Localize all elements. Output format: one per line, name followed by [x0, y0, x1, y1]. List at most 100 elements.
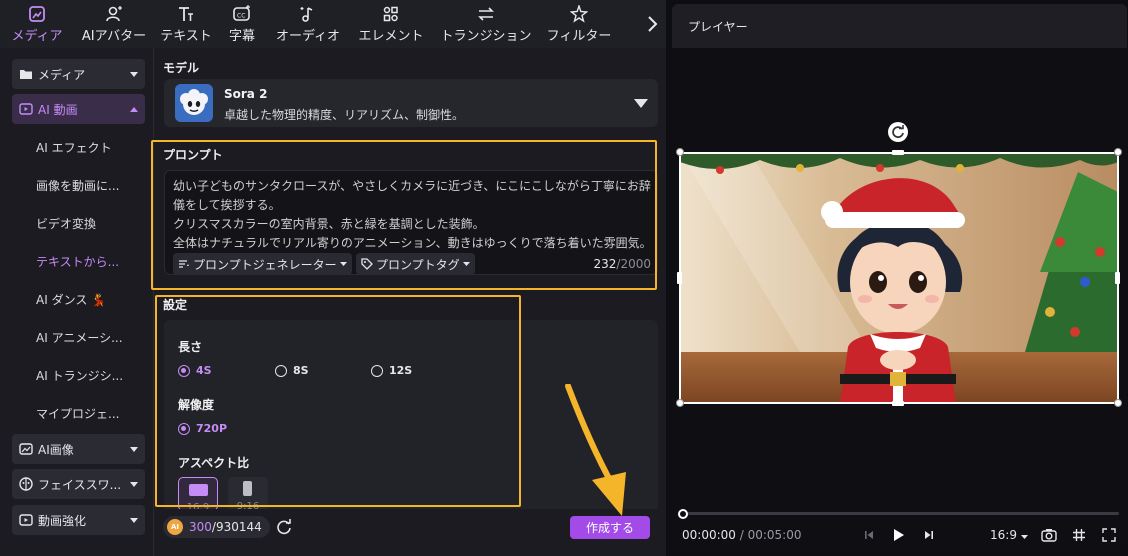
resize-handle[interactable]	[892, 401, 904, 406]
tab-transition[interactable]: トランジション	[432, 0, 540, 48]
filter-icon	[570, 4, 588, 24]
caret-down-icon	[1020, 535, 1028, 539]
caret-down-icon	[129, 517, 139, 523]
ai-video-icon	[18, 101, 34, 117]
sidebar-subitem-video-convert[interactable]: ビデオ変換	[36, 215, 96, 232]
aspect-ratio-label: アスペクト比	[178, 456, 250, 470]
element-icon	[382, 4, 400, 24]
player-header: プレイヤー	[672, 4, 1127, 48]
text-icon	[177, 4, 195, 24]
timeline-scrubber[interactable]	[682, 512, 1119, 515]
length-option-12s[interactable]: 12S	[371, 364, 412, 377]
player-panel: プレイヤー 00:00:00 / 00:05:00 16:9	[672, 4, 1127, 552]
sidebar-subitem-ai-animation[interactable]: AI アニメーシ...	[36, 329, 123, 346]
camera-icon	[1041, 529, 1057, 542]
settings-section-label: 設定	[163, 298, 188, 312]
coin-icon: AI	[167, 519, 183, 535]
create-button[interactable]: 作成する	[570, 516, 650, 539]
resize-handle[interactable]	[676, 148, 684, 156]
tab-filter[interactable]: フィルター	[540, 0, 618, 48]
prompt-text: 幼い子どものサンタクロースが、やさしくカメラに近づき、にこにこしながら丁寧にお辞…	[173, 179, 652, 250]
caret-down-icon	[634, 97, 648, 111]
resize-handle[interactable]	[677, 272, 682, 284]
length-option-8s[interactable]: 8S	[275, 364, 309, 377]
credits-display: AI 300/930144	[163, 516, 270, 538]
aspect-option-9-16[interactable]: 9:16	[228, 477, 268, 511]
resolution-option-720p[interactable]: 720P	[178, 422, 227, 435]
folder-icon	[18, 66, 34, 82]
prompt-section-label: プロンプト	[163, 148, 223, 162]
caret-up-icon	[129, 106, 139, 112]
sidebar-item-ai-image[interactable]: AI画像	[12, 434, 145, 464]
snapshot-button[interactable]	[1040, 526, 1058, 544]
category-sidebar: メディア AI 動画 AI エフェクト 画像を動画に... ビデオ変換 テキスト…	[0, 48, 154, 556]
caret-down-icon	[339, 262, 347, 266]
settings-panel: 長さ 4S 8S 12S 解像度 720P アスペクト比 16:9 9:16	[164, 320, 658, 516]
resize-handle[interactable]	[892, 150, 904, 155]
sidebar-subitem-my-projects[interactable]: マイプロジェ...	[36, 405, 119, 422]
video-preview[interactable]	[680, 152, 1118, 404]
tab-audio[interactable]: オーディオ	[266, 0, 350, 48]
tab-media[interactable]: メディア	[0, 0, 74, 48]
next-frame-button[interactable]	[922, 526, 936, 544]
resolution-label: 解像度	[178, 398, 215, 412]
rotate-icon	[892, 125, 904, 138]
avatar-icon	[105, 4, 123, 24]
length-label: 長さ	[178, 340, 203, 354]
audio-icon	[299, 4, 317, 24]
ai-image-icon	[18, 441, 34, 457]
transition-icon	[476, 4, 496, 24]
model-selector[interactable]: Sora 2 卓越した物理的精度、リアリズム、制御性。	[164, 79, 658, 127]
tab-element[interactable]: エレメント	[350, 0, 432, 48]
sidebar-item-media[interactable]: メディア	[12, 59, 145, 89]
tab-subtitle[interactable]: CC 字幕	[218, 0, 266, 48]
caret-down-icon	[129, 481, 139, 487]
prompt-generator-button[interactable]: プロンプトジェネレーター	[173, 253, 352, 275]
caret-down-icon	[462, 262, 470, 266]
grid-icon	[1073, 529, 1085, 541]
sidebar-item-face-swap[interactable]: フェイススワ...	[12, 469, 145, 499]
resize-handle[interactable]	[676, 399, 684, 407]
sidebar-subitem-ai-dance[interactable]: AI ダンス 💃	[36, 291, 106, 308]
prompt-char-count: 232/2000	[593, 257, 652, 271]
grid-toggle-button[interactable]	[1070, 526, 1088, 544]
tab-text[interactable]: テキスト	[154, 0, 218, 48]
sidebar-item-ai-video[interactable]: AI 動画	[12, 94, 145, 124]
model-name: Sora 2	[224, 87, 268, 101]
previous-frame-button[interactable]	[862, 526, 876, 544]
caret-down-icon	[129, 71, 139, 77]
resize-handle[interactable]	[1114, 148, 1122, 156]
playhead-knob[interactable]	[678, 509, 688, 519]
player-title: プレイヤー	[688, 20, 748, 34]
prompt-tag-button[interactable]: プロンプトタグ	[356, 253, 475, 275]
model-description: 卓越した物理的精度、リアリズム、制御性。	[224, 108, 465, 122]
length-option-4s[interactable]: 4S	[178, 364, 212, 377]
play-button[interactable]	[890, 526, 908, 544]
prompt-generator-icon	[179, 260, 189, 268]
sidebar-subitem-text-to-video[interactable]: テキストから...	[36, 253, 119, 270]
refresh-credits-button[interactable]	[275, 518, 293, 536]
sidebar-item-video-enhance[interactable]: 動画強化	[12, 505, 145, 535]
tab-ai-avatar[interactable]: AIアバター	[74, 0, 154, 48]
rotate-handle[interactable]	[888, 122, 908, 142]
resize-handle[interactable]	[1115, 272, 1120, 284]
time-display: 00:00:00 / 00:05:00	[682, 528, 802, 542]
svg-text:CC: CC	[237, 13, 245, 20]
tool-tab-bar: メディア AIアバター テキスト CC 字幕 オーディオ エレメント トランジシ…	[0, 0, 666, 48]
text-to-video-panel: モデル Sora 2 卓越した物理的精度、リアリズム、制御性。 プロンプト 幼い…	[151, 48, 666, 556]
aspect-ratio-selector[interactable]: 16:9	[990, 528, 1028, 542]
video-frame-image	[680, 152, 1118, 404]
sidebar-subitem-ai-effect[interactable]: AI エフェクト	[36, 139, 112, 156]
face-swap-icon	[18, 476, 34, 492]
video-enhance-icon	[18, 512, 34, 528]
subtitle-icon: CC	[232, 4, 252, 24]
prompt-textarea[interactable]: 幼い子どものサンタクロースが、やさしくカメラに近づき、にこにこしながら丁寧にお辞…	[164, 170, 658, 275]
sidebar-subitem-ai-transition[interactable]: AI トランジシ...	[36, 367, 123, 384]
tab-scroll-right-button[interactable]	[638, 0, 666, 48]
play-icon	[894, 529, 904, 541]
aspect-option-16-9[interactable]: 16:9	[178, 477, 218, 511]
sidebar-subitem-image-to-video[interactable]: 画像を動画に...	[36, 177, 119, 194]
chevron-right-icon	[648, 16, 658, 32]
resize-handle[interactable]	[1114, 399, 1122, 407]
fullscreen-button[interactable]	[1100, 526, 1118, 544]
